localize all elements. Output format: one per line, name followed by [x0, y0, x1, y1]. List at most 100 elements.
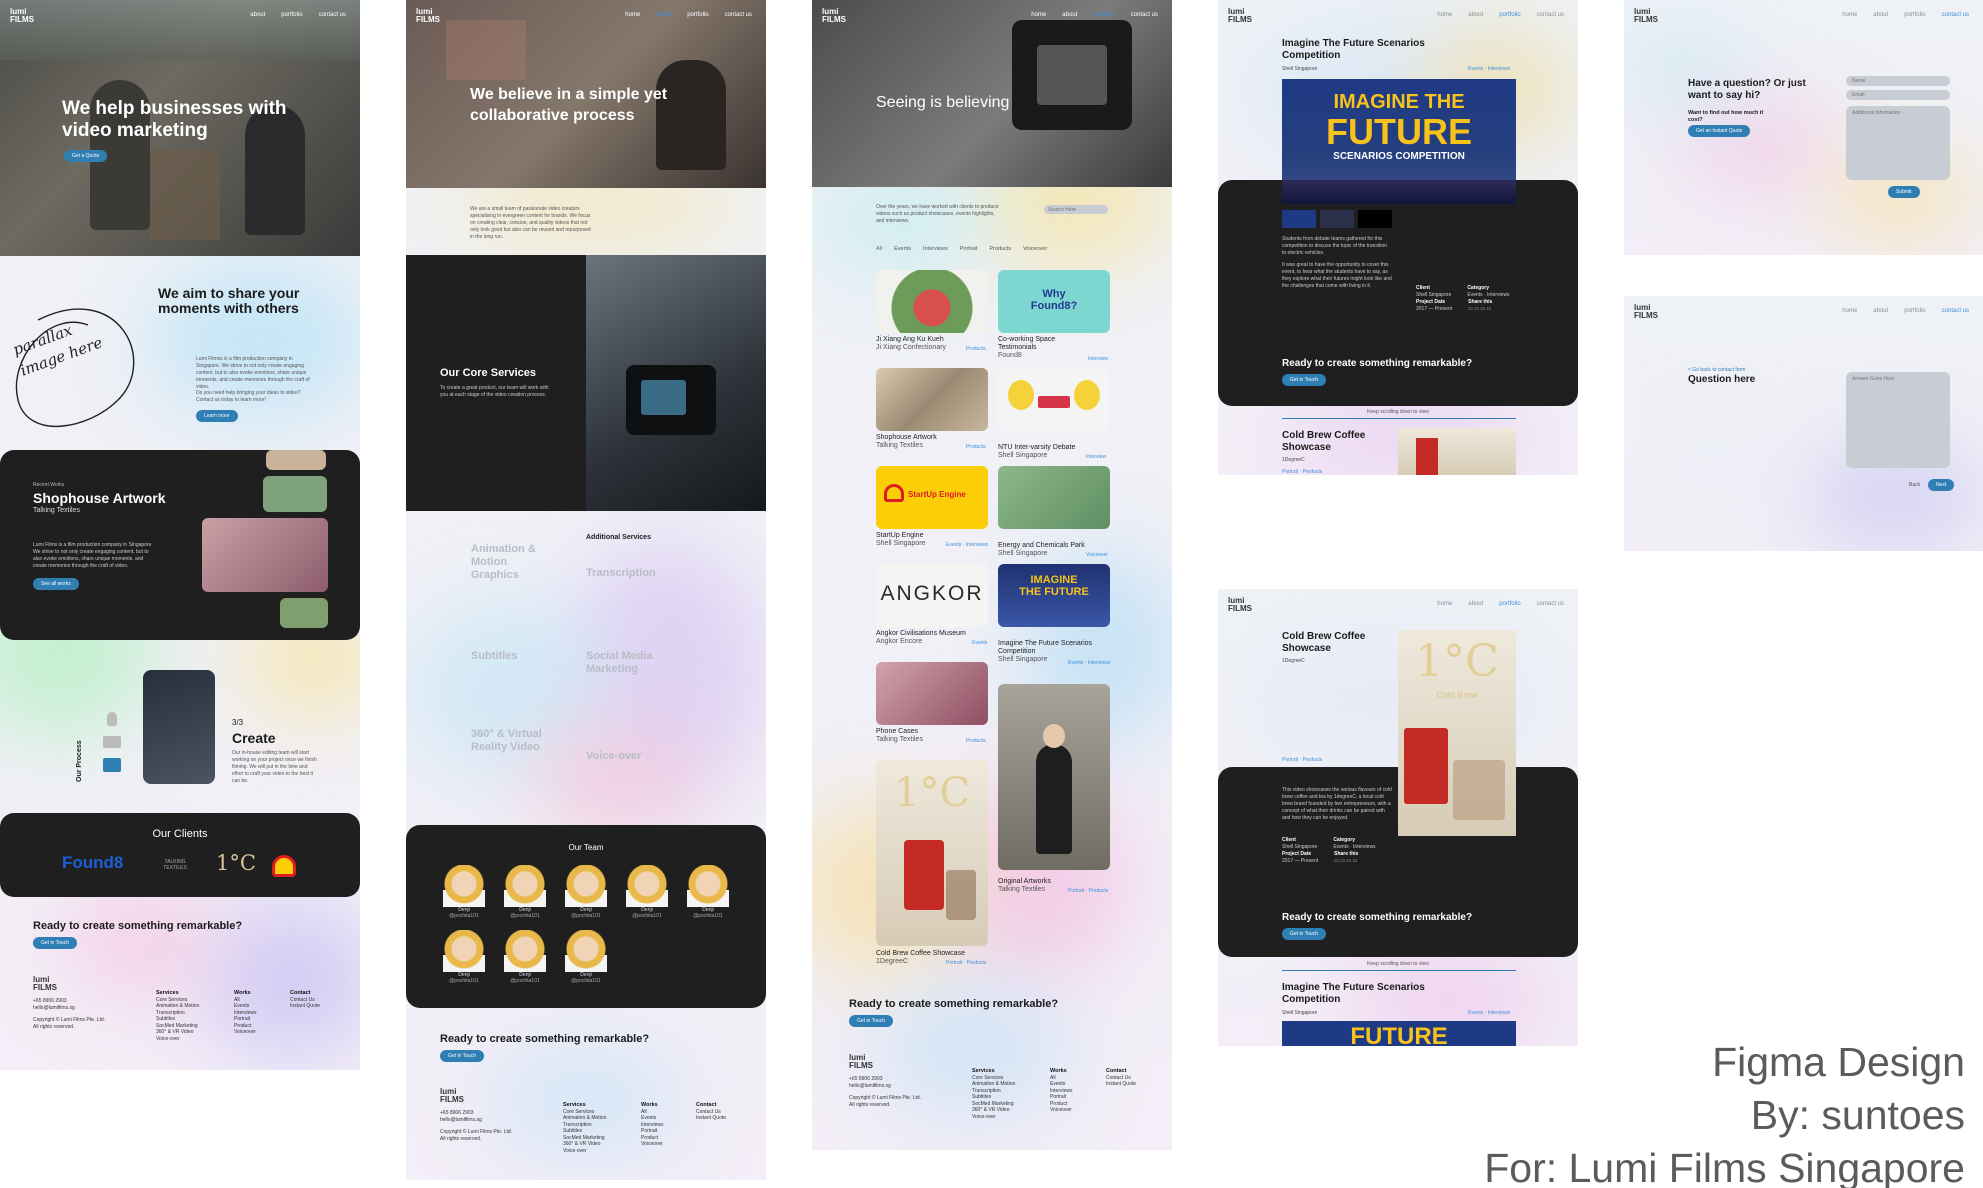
work-tag[interactable]: Interview — [1088, 356, 1108, 362]
footer-link[interactable]: Instant Quote — [290, 1003, 320, 1010]
filter-interviews[interactable]: Interviews — [923, 246, 948, 252]
nav-portfolio[interactable]: portfolio — [1093, 12, 1114, 18]
nav-portfolio[interactable]: portfolio — [1499, 12, 1520, 18]
work-thumb-imagine-future[interactable]: IMAGINE THE FUTURE — [998, 564, 1110, 627]
footer-link[interactable]: Voice-over — [972, 1114, 1015, 1121]
nav-contact[interactable]: contact us — [1131, 12, 1158, 18]
work-tag[interactable]: Products — [966, 738, 986, 744]
nav-about[interactable]: about — [1873, 308, 1888, 314]
recent-thumb-textiles[interactable] — [263, 476, 327, 512]
filter-events[interactable]: Events — [894, 246, 911, 252]
nav-home[interactable]: home — [1842, 12, 1857, 18]
footer-link[interactable]: Voiceover — [1050, 1107, 1073, 1114]
email-text[interactable]: hello@lumifilms.sg — [33, 1005, 123, 1012]
footer-logo[interactable]: lumi FILMS — [440, 1088, 464, 1104]
footer-link[interactable]: 360° & VR Video — [972, 1107, 1015, 1114]
work-tag[interactable]: Events · Interviews — [946, 542, 988, 548]
filter-voiceover[interactable]: Voiceover — [1023, 246, 1047, 252]
nav-contact[interactable]: contact us — [1942, 12, 1969, 18]
logo[interactable]: lumi FILMS — [416, 8, 440, 24]
work-thumb-ang-ku-kueh[interactable] — [876, 270, 988, 333]
share-icons[interactable]: ▭ ▭ ▭ ▭ — [1468, 306, 1492, 313]
work-thumb-found8[interactable]: Why Found8? — [998, 270, 1110, 333]
work-title[interactable]: Energy and Chemicals Park — [998, 542, 1110, 550]
work-thumb-startup-engine[interactable]: StartUp Engine — [876, 466, 988, 529]
nav-contact[interactable]: contact us — [1537, 12, 1564, 18]
work-tag[interactable]: Products — [966, 346, 986, 352]
work-tag[interactable]: Portrait · Products — [1068, 888, 1108, 894]
next-tags[interactable]: Events · Interviews — [1468, 1010, 1510, 1016]
footer-link[interactable]: Instant Quote — [696, 1115, 726, 1122]
footer-logo[interactable]: lumi FILMS — [33, 976, 57, 992]
email-text[interactable]: hello@lumifilms.sg — [849, 1083, 939, 1090]
filter-portrait[interactable]: Portrait — [960, 246, 978, 252]
nav-about[interactable]: about — [1468, 12, 1483, 18]
filter-all[interactable]: All — [876, 246, 882, 252]
nav-about[interactable]: about — [1873, 12, 1888, 18]
next-button[interactable]: Next — [1928, 479, 1955, 491]
work-title[interactable]: Angkor Civilisations Museum — [876, 630, 988, 638]
project-thumb[interactable] — [1358, 210, 1392, 228]
project-tags[interactable]: Events · Interviews — [1468, 66, 1510, 72]
project-thumb[interactable] — [1282, 210, 1316, 228]
logo[interactable]: lumi FILMS — [822, 8, 846, 24]
back-button[interactable]: Back — [1909, 482, 1920, 488]
answer-field[interactable] — [1846, 372, 1950, 468]
nav-home[interactable]: home — [1437, 12, 1452, 18]
work-thumb-shophouse[interactable] — [876, 368, 988, 431]
footer-link[interactable]: 360° & VR Video — [156, 1029, 199, 1036]
work-title[interactable]: NTU Inter-varsity Debate — [998, 444, 1110, 452]
footer-link[interactable]: Voiceover — [641, 1141, 664, 1148]
logo[interactable]: lumi FILMS — [1634, 8, 1658, 24]
footer-link[interactable]: 360° & VR Video — [563, 1141, 606, 1148]
camera-icon[interactable] — [103, 736, 121, 748]
next-thumb[interactable]: FUTURE — [1282, 1021, 1516, 1046]
nav-home[interactable]: home — [1842, 308, 1857, 314]
next-tags[interactable]: Portrait · Products — [1282, 469, 1322, 475]
get-in-touch-button[interactable]: Get in Touch — [1282, 928, 1326, 940]
work-title[interactable]: StartUp Engine — [876, 532, 988, 540]
work-title[interactable]: Ji Xiang Ang Ku Kueh — [876, 336, 988, 344]
work-thumb-phone-cases[interactable] — [876, 662, 988, 725]
work-title[interactable]: Co-working Space Testimonials — [998, 336, 1088, 352]
footer-link[interactable]: Voice-over — [563, 1148, 606, 1155]
logo[interactable]: lumi FILMS — [1228, 597, 1252, 613]
work-title[interactable]: Phone Cases — [876, 728, 988, 736]
learn-more-button[interactable]: Learn more — [196, 410, 238, 422]
footer-link[interactable]: Voice-over — [156, 1036, 199, 1043]
nav-portfolio[interactable]: portfolio — [1904, 308, 1925, 314]
logo[interactable]: lumi FILMS — [1228, 8, 1252, 24]
nav-home[interactable]: home — [1031, 12, 1046, 18]
work-tag[interactable]: Events — [972, 640, 987, 646]
work-tag[interactable]: Products — [966, 444, 986, 450]
work-thumb-energy-park[interactable] — [998, 466, 1110, 529]
work-thumb-angkor[interactable]: ANGKOR — [876, 564, 988, 627]
work-tag[interactable]: Portrait · Products — [946, 960, 986, 966]
work-title[interactable]: Original Artworks — [998, 878, 1110, 886]
search-input[interactable] — [1044, 205, 1108, 214]
nav-home[interactable]: home — [625, 12, 640, 18]
work-tag[interactable]: Interview — [1086, 454, 1106, 460]
work-title[interactable]: Imagine The Future Scenarios Competition — [998, 640, 1110, 656]
nav-contact[interactable]: contact us — [1942, 308, 1969, 314]
nav-contact[interactable]: contact us — [1537, 601, 1564, 607]
footer-link[interactable]: Instant Quote — [1106, 1081, 1136, 1088]
nav-about[interactable]: about — [1062, 12, 1077, 18]
back-link[interactable]: < Go back to contact form — [1688, 367, 1745, 373]
nav-about[interactable]: about — [250, 12, 265, 18]
name-field[interactable] — [1846, 76, 1950, 86]
info-field[interactable] — [1846, 106, 1950, 180]
footer-link[interactable]: Animation & Motion — [563, 1115, 606, 1122]
nav-portfolio[interactable]: portfolio — [1499, 601, 1520, 607]
get-in-touch-button[interactable]: Get in Touch — [849, 1015, 893, 1027]
work-title[interactable]: Shophouse Artwork — [876, 434, 988, 442]
edit-icon[interactable] — [103, 758, 121, 772]
submit-button[interactable]: Submit — [1888, 186, 1920, 198]
get-in-touch-button[interactable]: Get in Touch — [440, 1050, 484, 1062]
bulb-icon[interactable] — [107, 712, 117, 726]
work-thumb-original-artworks[interactable] — [998, 684, 1110, 870]
logo[interactable]: lumi FILMS — [1634, 304, 1658, 320]
logo[interactable]: lumi FILMS — [10, 8, 34, 24]
get-quote-button[interactable]: Get a Quote — [64, 150, 108, 162]
get-in-touch-button[interactable]: Get in Touch — [33, 937, 77, 949]
